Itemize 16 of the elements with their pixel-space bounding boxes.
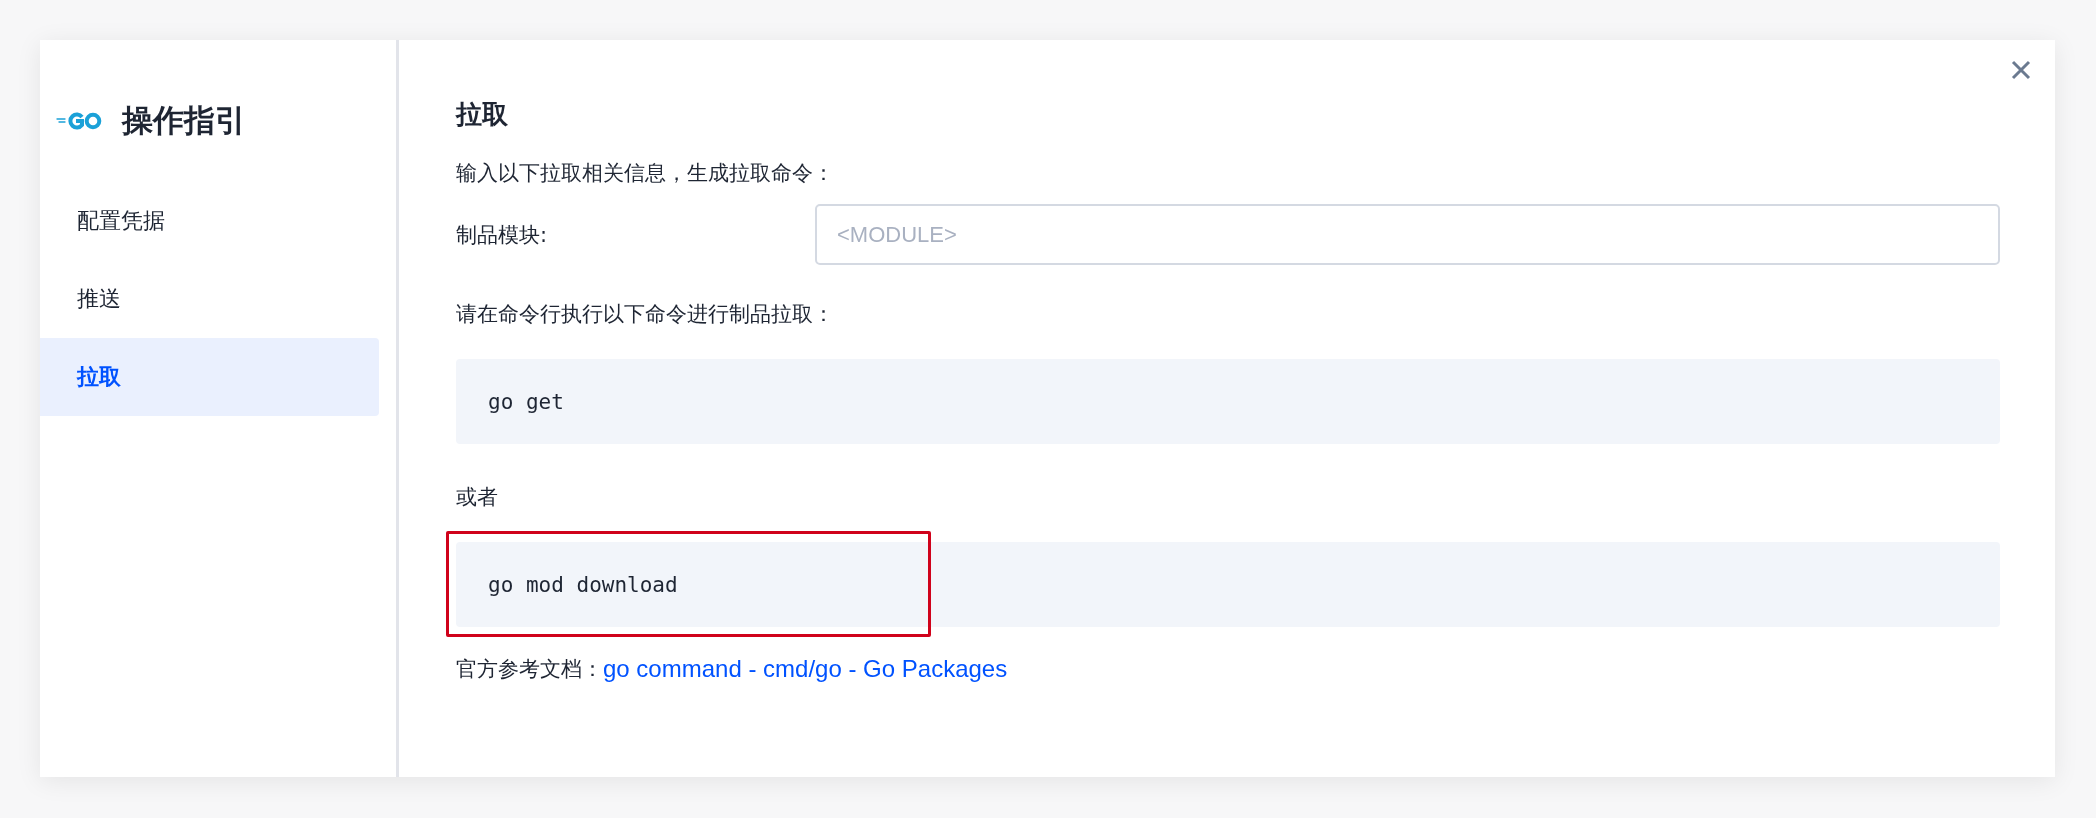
- section-heading: 拉取: [456, 98, 509, 131]
- close-icon[interactable]: [2011, 60, 2031, 80]
- field-label: 制品模块:: [456, 221, 549, 249]
- command-text: go mod download: [488, 572, 678, 597]
- nav-item[interactable]: 配置凭据: [40, 182, 379, 260]
- separator-text: 或者: [456, 484, 499, 511]
- sidebar-title: 操作指引: [122, 101, 246, 140]
- intro-text: 输入以下拉取相关信息，生成拉取命令：: [456, 160, 835, 187]
- nav-item[interactable]: 拉取: [40, 338, 379, 416]
- reference-label: 官方参考文档：: [456, 656, 603, 683]
- nav-item[interactable]: 推送: [40, 260, 379, 338]
- instruction-text: 请在命令行执行以下命令进行制品拉取：: [456, 301, 835, 328]
- docs-link[interactable]: go command - cmd/go - Go Packages: [603, 655, 1008, 683]
- module-input[interactable]: <MODULE>: [815, 204, 2000, 265]
- go-logo-icon: [56, 111, 102, 131]
- command-text: go get: [488, 389, 564, 414]
